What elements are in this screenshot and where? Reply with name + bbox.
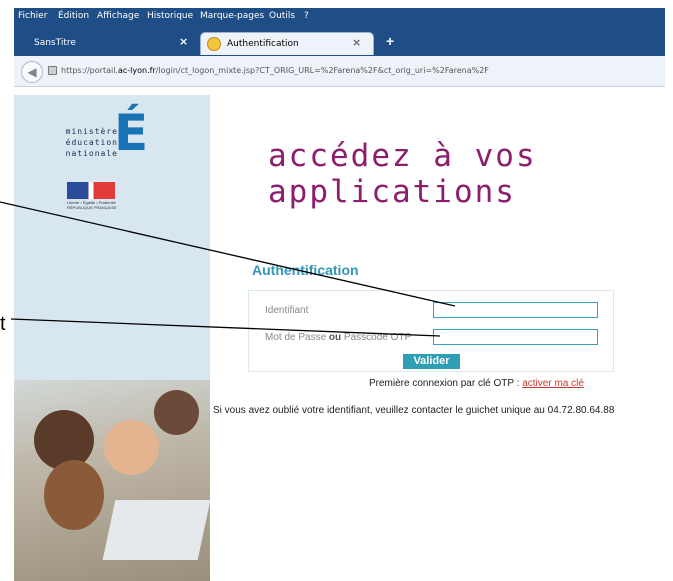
annotation-line-password <box>10 318 441 337</box>
annotation-line-identifiant <box>0 201 456 307</box>
annotation-letter: t <box>0 313 6 335</box>
annotation-overlay <box>0 201 456 337</box>
